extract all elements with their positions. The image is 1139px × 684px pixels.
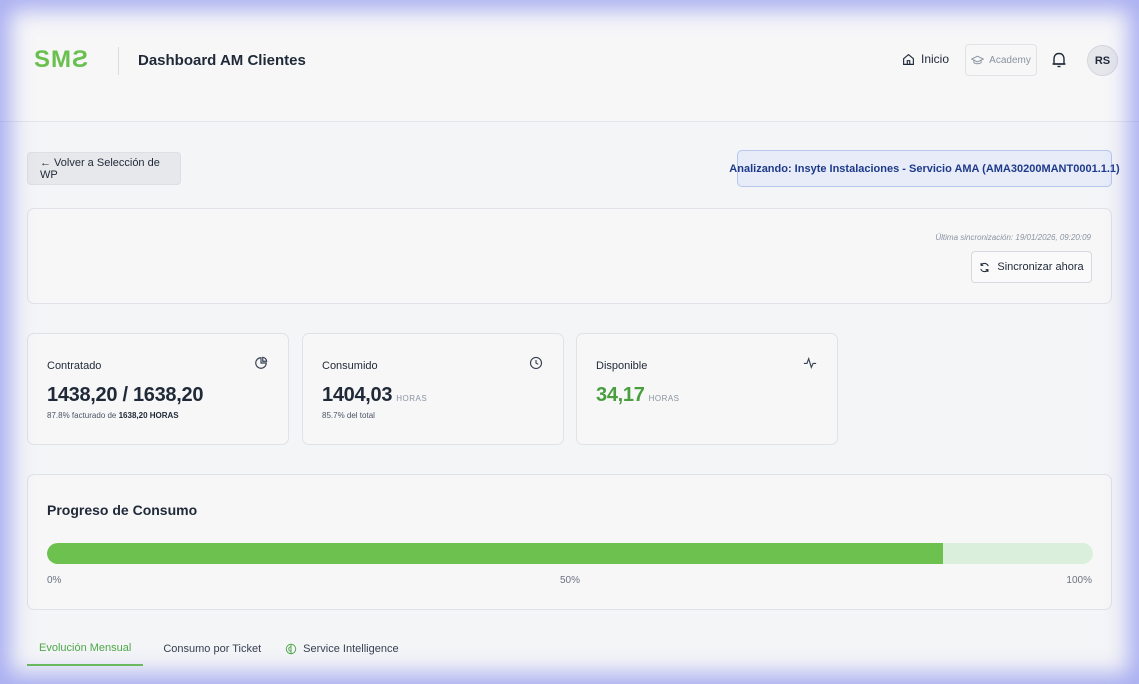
user-avatar[interactable]: RS [1087,45,1118,76]
stat-number: 1404,03 [322,384,393,406]
sync-now-label: Sincronizar ahora [997,261,1084,273]
top-header: SMƧ Dashboard AM Clientes Inicio Academy… [0,0,1139,122]
stat-number: 34,17 [596,384,645,406]
stat-value: 34,17 HORAS [596,384,680,407]
stat-label: Consumido [322,360,378,372]
clock-icon [529,356,543,370]
nav-academy-button[interactable]: Academy [965,44,1037,76]
home-icon [903,53,914,65]
nav-academy-label: Academy [989,54,1031,66]
progress-fill [47,543,944,564]
stat-unit: HORAS [396,394,428,403]
app-title: Dashboard AM Clientes [138,52,306,69]
stat-subtext-prefix: 87.8% facturado de [47,411,119,420]
stat-number: 1438,20 / 1638,20 [47,384,204,406]
brain-icon [285,643,297,655]
tab-evolucion-mensual[interactable]: Evolución Mensual [27,632,144,666]
tab-consumo-por-ticket[interactable]: Consumo por Ticket [151,632,273,666]
stat-subtext: 87.8% facturado de 1638,20 HORAS [47,411,179,420]
stat-subtext: 85.7% del total [322,411,375,420]
header-divider [118,47,119,75]
progress-track [47,543,1093,564]
back-to-wp-button[interactable]: ← Volver a Selección de WP [27,152,181,185]
bell-icon[interactable] [1050,51,1068,69]
stat-card-disponible: Disponible 34,17 HORAS [576,333,838,445]
progress-tick-mid: 50% [560,575,581,586]
stat-label: Disponible [596,360,648,372]
tab-label: Service Intelligence [303,643,399,655]
stat-card-consumido: Consumido 1404,03 HORAS 85.7% del total [302,333,564,445]
progress-title: Progreso de Consumo [47,502,198,518]
analyzing-banner: Analizando: Insyte Instalaciones - Servi… [729,150,1120,187]
refresh-icon [980,262,990,272]
sync-now-button[interactable]: Sincronizar ahora [971,251,1092,283]
stat-unit: HORAS [648,394,680,403]
progress-tick-start: 0% [47,575,62,586]
stat-label: Contratado [47,360,102,372]
progress-tick-end: 100% [1066,575,1092,586]
pie-chart-icon [255,356,268,369]
stat-card-contratado: Contratado 1438,20 / 1638,20 87.8% factu… [27,333,289,445]
sma-logo[interactable]: SMƧ [34,46,89,74]
stat-value: 1438,20 / 1638,20 [47,384,203,407]
nav-home-link[interactable]: Inicio [902,52,949,66]
tab-label: Evolución Mensual [39,642,132,654]
stat-value: 1404,03 HORAS [322,384,427,407]
tab-service-intelligence[interactable]: Service Intelligence [273,632,410,666]
graduation-cap-icon [971,55,985,64]
tab-label: Consumo por Ticket [163,643,262,655]
stat-subtext-total: 1638,20 HORAS [118,411,179,420]
activity-icon [803,356,817,370]
consumption-progress-card: Progreso de Consumo 0% 50% 100% [27,474,1112,610]
nav-home-label: Inicio [921,52,950,66]
analysis-tabs: Evolución Mensual Consumo por Ticket Ser… [27,640,1112,674]
sync-card: Última sincronización: 19/01/2026, 09:20… [27,208,1112,304]
last-sync-text: Última sincronización: 19/01/2026, 09:20… [935,233,1091,242]
